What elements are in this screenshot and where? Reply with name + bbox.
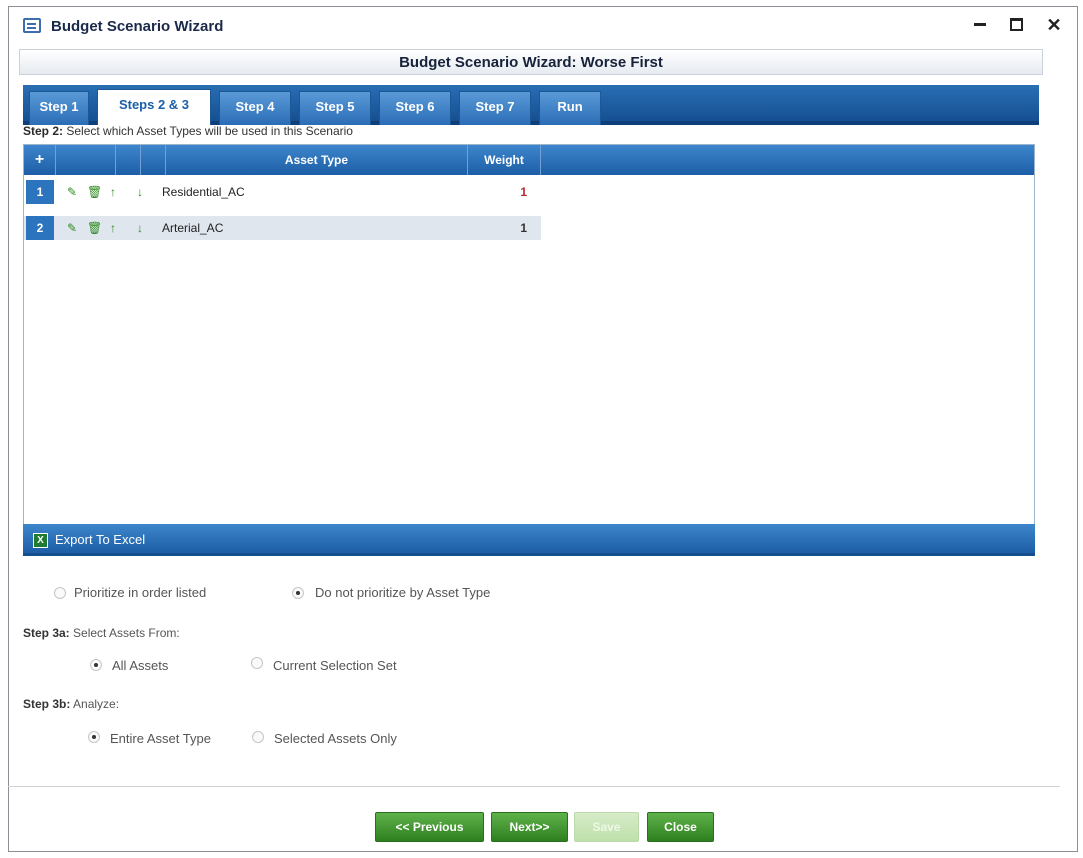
step-2-prefix: Step 2: — [23, 124, 64, 138]
weight-cell: 1 — [520, 185, 527, 199]
selected-assets-only-radio[interactable] — [252, 731, 264, 743]
grid-header: + Asset Type Weight — [24, 145, 1034, 175]
step-2-instruction: Step 2: Select which Asset Types will be… — [23, 124, 353, 138]
title-bar: Budget Scenario Wizard ✕ — [9, 7, 1077, 45]
grid-header-down — [141, 145, 166, 175]
minimize-icon — [974, 23, 986, 27]
entire-asset-type-label: Entire Asset Type — [110, 731, 211, 746]
maximize-button[interactable] — [1003, 13, 1029, 37]
next-button[interactable]: Next>> — [491, 812, 568, 842]
step-2-text: Select which Asset Types will be used in… — [66, 124, 353, 138]
row-number: 1 — [26, 180, 54, 204]
tab-step-1[interactable]: Step 1 — [29, 91, 89, 125]
excel-icon[interactable]: X — [33, 533, 48, 548]
wizard-header: Budget Scenario Wizard: Worse First — [19, 49, 1043, 75]
selected-assets-only-label: Selected Assets Only — [274, 731, 397, 746]
step-3a-text: Select Assets From: — [73, 626, 180, 640]
grid-footer-toolbar: X Export To Excel — [23, 524, 1035, 556]
table-row[interactable]: 1 ✎ 🗑 ↑ ↓ Residential_AC 1 — [24, 180, 541, 204]
previous-button[interactable]: << Previous — [375, 812, 484, 842]
delete-icon[interactable]: 🗑 — [87, 180, 102, 204]
move-up-icon[interactable]: ↑ — [110, 180, 116, 204]
grid-header-actions — [56, 145, 116, 175]
maximize-icon — [1009, 18, 1023, 32]
prioritize-in-order-label: Prioritize in order listed — [74, 585, 207, 600]
step-3a-instruction: Step 3a: Select Assets From: — [23, 626, 180, 640]
asset-type-cell: Arterial_AC — [162, 221, 224, 235]
step-3b-instruction: Step 3b: Analyze: — [23, 697, 119, 711]
delete-icon[interactable]: 🗑 — [87, 216, 102, 240]
step-3a-prefix: Step 3a: — [23, 626, 70, 640]
add-row-button[interactable]: + — [24, 145, 56, 175]
step-3b-text: Analyze: — [73, 697, 120, 711]
table-row[interactable]: 2 ✎ 🗑 ↑ ↓ Arterial_AC 1 — [24, 216, 541, 240]
close-window-button[interactable]: ✕ — [1041, 13, 1067, 37]
app-window-icon — [23, 18, 41, 33]
tab-step-5[interactable]: Step 5 — [299, 91, 371, 125]
tab-step-4[interactable]: Step 4 — [219, 91, 291, 125]
export-to-excel-button[interactable]: Export To Excel — [55, 532, 145, 547]
step-3b-prefix: Step 3b: — [23, 697, 71, 711]
prioritize-in-order-radio[interactable] — [54, 587, 66, 599]
close-icon: ✕ — [1046, 15, 1062, 35]
all-assets-radio[interactable] — [90, 659, 102, 671]
tab-step-6[interactable]: Step 6 — [379, 91, 451, 125]
row-number: 2 — [26, 216, 54, 240]
entire-asset-type-radio[interactable] — [88, 731, 100, 743]
close-button[interactable]: Close — [647, 812, 714, 842]
column-header-asset-type[interactable]: Asset Type — [166, 145, 468, 175]
edit-icon[interactable]: ✎ — [67, 180, 77, 204]
window-title: Budget Scenario Wizard — [51, 18, 224, 35]
save-button[interactable]: Save — [574, 812, 639, 842]
asset-type-cell: Residential_AC — [162, 185, 245, 199]
weight-cell: 1 — [520, 221, 527, 235]
current-selection-set-radio[interactable] — [251, 657, 263, 669]
all-assets-label: All Assets — [112, 658, 169, 673]
do-not-prioritize-label: Do not prioritize by Asset Type — [315, 585, 491, 600]
grid-header-up — [116, 145, 141, 175]
tab-step-7[interactable]: Step 7 — [459, 91, 531, 125]
current-selection-set-label: Current Selection Set — [273, 658, 397, 673]
asset-type-grid: + Asset Type Weight 1 ✎ 🗑 ↑ ↓ Residentia… — [23, 144, 1035, 526]
edit-icon[interactable]: ✎ — [67, 216, 77, 240]
tab-steps-2-3[interactable]: Steps 2 & 3 — [97, 89, 211, 125]
tab-run[interactable]: Run — [539, 91, 601, 125]
move-up-icon[interactable]: ↑ — [110, 216, 116, 240]
move-down-icon[interactable]: ↓ — [137, 216, 143, 240]
minimize-button[interactable] — [967, 13, 993, 37]
move-down-icon[interactable]: ↓ — [137, 180, 143, 204]
step-tabs: Step 1 Steps 2 & 3 Step 4 Step 5 Step 6 … — [23, 85, 1039, 125]
footer-divider — [8, 786, 1060, 787]
do-not-prioritize-radio[interactable] — [292, 587, 304, 599]
column-header-weight[interactable]: Weight — [468, 145, 541, 175]
